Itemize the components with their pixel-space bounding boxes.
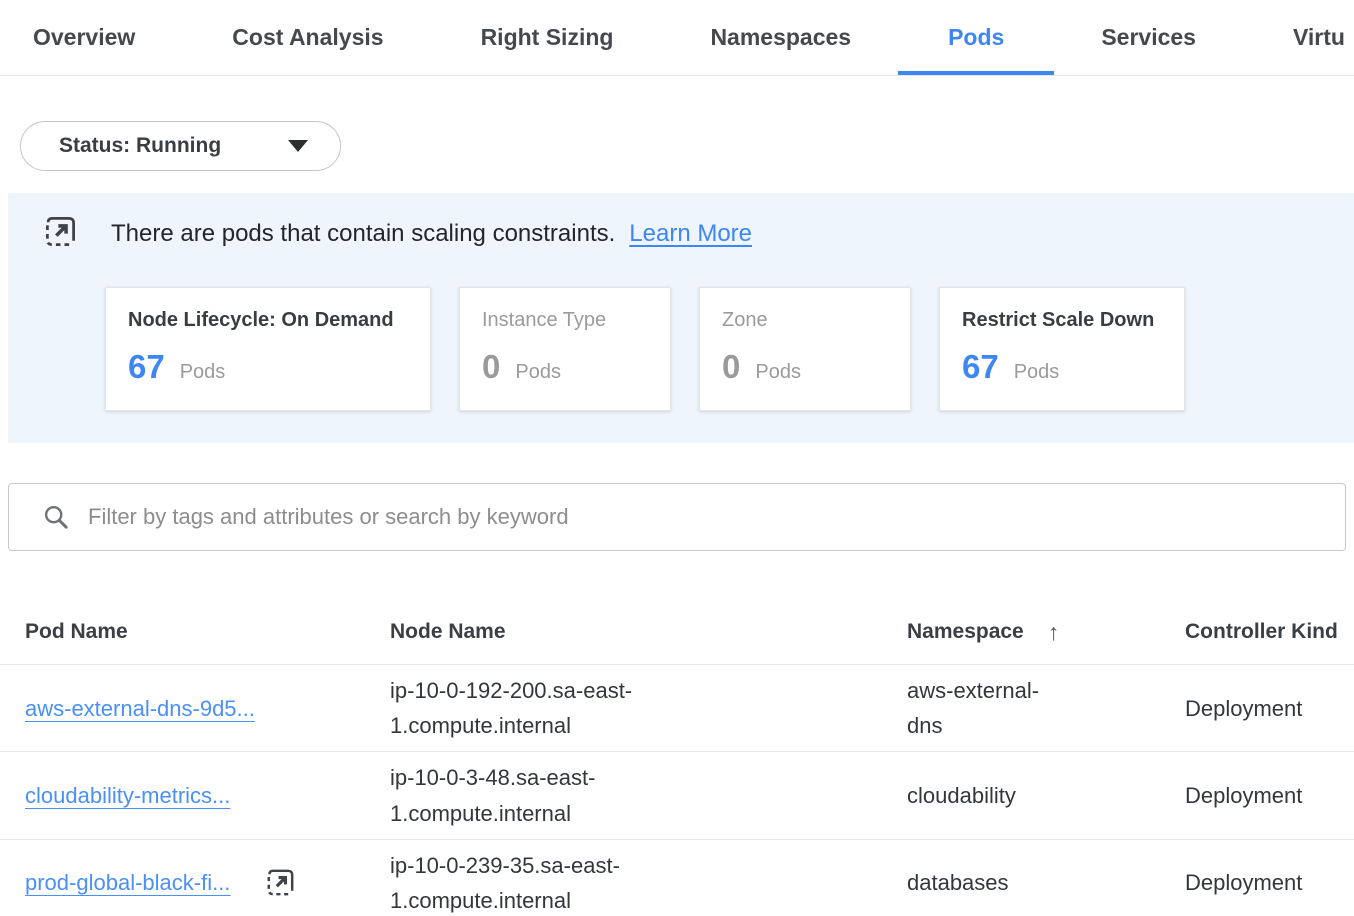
- scale-out-icon: [42, 213, 79, 255]
- card-title: Restrict Scale Down: [962, 309, 1162, 332]
- card-unit: Pods: [515, 361, 561, 384]
- card-unit: Pods: [180, 361, 226, 384]
- table-row: aws-external-dns-9d5... ip-10-0-192-200.…: [0, 664, 1354, 751]
- column-header-namespace[interactable]: Namespace ↑: [907, 619, 1185, 646]
- card-title: Node Lifecycle: On Demand: [128, 309, 408, 332]
- column-header-label: Namespace: [907, 620, 1024, 644]
- controller-kind: Deployment: [1185, 857, 1354, 908]
- card-instance-type[interactable]: Instance Type 0 Pods: [459, 287, 671, 411]
- pods-table: Pod Name Node Name Namespace ↑ Controlle…: [0, 600, 1354, 916]
- filter-search-bar: [8, 483, 1346, 551]
- namespace: cloudability: [907, 778, 1016, 813]
- learn-more-link[interactable]: Learn More: [629, 220, 752, 248]
- constraint-cards-row: Node Lifecycle: On Demand 67 Pods Instan…: [105, 287, 1354, 411]
- tab-right-sizing[interactable]: Right Sizing: [481, 0, 614, 75]
- column-header-node-name[interactable]: Node Name: [390, 620, 907, 644]
- tab-cost-analysis[interactable]: Cost Analysis: [232, 0, 383, 75]
- card-title: Instance Type: [482, 309, 648, 332]
- table-header-row: Pod Name Node Name Namespace ↑ Controlle…: [0, 600, 1354, 664]
- tab-namespaces[interactable]: Namespaces: [710, 0, 851, 75]
- controller-kind: Deployment: [1185, 770, 1354, 821]
- controller-kind: Deployment: [1185, 683, 1354, 734]
- node-name: ip-10-0-3-48.sa-east-1.compute.internal: [390, 760, 646, 830]
- search-input[interactable]: [88, 504, 1325, 530]
- card-node-lifecycle[interactable]: Node Lifecycle: On Demand 67 Pods: [105, 287, 431, 411]
- scale-out-icon: [264, 866, 297, 899]
- search-icon: [43, 504, 70, 531]
- tab-virtual[interactable]: Virtu: [1293, 0, 1345, 75]
- card-unit: Pods: [755, 361, 801, 384]
- status-filter-dropdown[interactable]: Status: Running: [20, 121, 341, 171]
- node-name: ip-10-0-192-200.sa-east-1.compute.intern…: [390, 673, 646, 743]
- card-value: 0: [722, 348, 740, 386]
- namespace: aws-external-dns: [907, 673, 1059, 743]
- column-header-pod-name[interactable]: Pod Name: [25, 620, 390, 644]
- pod-name-link[interactable]: prod-global-black-fi...: [25, 865, 230, 900]
- card-title: Zone: [722, 309, 888, 332]
- card-unit: Pods: [1014, 361, 1060, 384]
- card-value: 67: [128, 348, 165, 386]
- top-tab-bar: Overview Cost Analysis Right Sizing Name…: [0, 0, 1354, 76]
- sort-ascending-icon: ↑: [1048, 619, 1060, 646]
- tab-services[interactable]: Services: [1101, 0, 1196, 75]
- card-restrict-scale-down[interactable]: Restrict Scale Down 67 Pods: [939, 287, 1185, 411]
- pod-name-link[interactable]: aws-external-dns-9d5...: [25, 691, 255, 726]
- node-name: ip-10-0-239-35.sa-east-1.compute.interna…: [390, 848, 646, 916]
- card-value: 0: [482, 348, 500, 386]
- tab-overview[interactable]: Overview: [33, 0, 135, 75]
- table-row: cloudability-metrics... ip-10-0-3-48.sa-…: [0, 751, 1354, 838]
- table-row: prod-global-black-fi... ip-10-0-239-35.s…: [0, 839, 1354, 916]
- scaling-constraints-banner: There are pods that contain scaling cons…: [8, 193, 1354, 443]
- chevron-down-icon: [288, 140, 308, 152]
- status-filter-label: Status: Running: [59, 134, 221, 158]
- card-value: 67: [962, 348, 999, 386]
- column-header-controller-kind[interactable]: Controller Kind: [1185, 620, 1354, 644]
- tab-pods[interactable]: Pods: [948, 0, 1004, 75]
- pod-name-link[interactable]: cloudability-metrics...: [25, 778, 230, 813]
- card-zone[interactable]: Zone 0 Pods: [699, 287, 911, 411]
- banner-message: There are pods that contain scaling cons…: [111, 220, 615, 248]
- namespace: databases: [907, 865, 1009, 900]
